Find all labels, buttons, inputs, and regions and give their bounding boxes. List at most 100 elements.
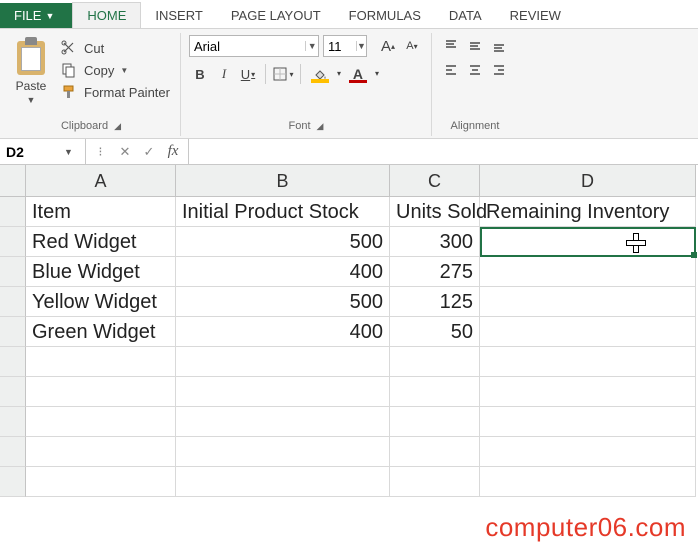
cell[interactable] xyxy=(480,467,696,497)
enter-button[interactable]: ✓ xyxy=(138,141,160,163)
caret-down-icon[interactable]: ▼ xyxy=(356,41,366,51)
cell-b5[interactable]: 400 xyxy=(176,317,390,347)
formula-input[interactable] xyxy=(189,139,698,164)
caret-down-icon[interactable]: ▼ xyxy=(305,41,318,51)
cell[interactable] xyxy=(390,467,480,497)
align-center-button[interactable] xyxy=(464,59,486,81)
row-header-9[interactable] xyxy=(0,437,26,467)
cell-c1[interactable]: Units Sold xyxy=(390,197,480,227)
cell[interactable] xyxy=(480,407,696,437)
fill-color-button[interactable]: ▾ xyxy=(307,63,333,85)
cut-button[interactable]: Cut xyxy=(58,39,172,57)
name-box-input[interactable] xyxy=(0,144,60,160)
row-header-5[interactable] xyxy=(0,317,26,347)
align-right-button[interactable] xyxy=(488,59,510,81)
cell-d1[interactable]: Remaining Inventory xyxy=(480,197,696,227)
tab-page-layout[interactable]: PAGE LAYOUT xyxy=(217,3,335,28)
font-name-input[interactable] xyxy=(190,39,305,54)
cell[interactable] xyxy=(480,437,696,467)
row-header-3[interactable] xyxy=(0,257,26,287)
cell[interactable] xyxy=(390,407,480,437)
fx-button[interactable]: fx xyxy=(162,141,184,163)
cell[interactable] xyxy=(26,377,176,407)
tab-review[interactable]: REVIEW xyxy=(496,3,575,28)
row-header-1[interactable] xyxy=(0,197,26,227)
col-header-d[interactable]: D xyxy=(480,165,696,197)
cell[interactable] xyxy=(480,377,696,407)
borders-button[interactable]: ▾ xyxy=(272,63,294,85)
italic-button[interactable]: I xyxy=(213,63,235,85)
caret-down-icon[interactable]: ▼ xyxy=(60,147,77,157)
row-header-7[interactable] xyxy=(0,377,26,407)
row-header-6[interactable] xyxy=(0,347,26,377)
caret-down-icon: ▼ xyxy=(120,66,128,75)
tab-home[interactable]: HOME xyxy=(72,2,141,28)
cell[interactable] xyxy=(390,347,480,377)
cancel-button[interactable]: ✕ xyxy=(114,141,136,163)
cell-a3[interactable]: Blue Widget xyxy=(26,257,176,287)
cell-b2[interactable]: 500 xyxy=(176,227,390,257)
row-header-2[interactable] xyxy=(0,227,26,257)
format-painter-button[interactable]: Format Painter xyxy=(58,83,172,101)
dialog-launcher-icon[interactable]: ◢ xyxy=(114,121,121,132)
spreadsheet-grid[interactable]: A B C D Item Initial Product Stock Units… xyxy=(0,165,698,497)
tab-insert[interactable]: INSERT xyxy=(141,3,216,28)
font-name-combo[interactable]: ▼ xyxy=(189,35,319,57)
row-header-10[interactable] xyxy=(0,467,26,497)
cell-a2[interactable]: Red Widget xyxy=(26,227,176,257)
shrink-font-button[interactable]: A▾ xyxy=(401,35,423,57)
tab-label: INSERT xyxy=(155,8,202,23)
font-color-button[interactable]: A ▾ xyxy=(345,63,371,85)
tab-formulas[interactable]: FORMULAS xyxy=(335,3,435,28)
cell-b4[interactable]: 500 xyxy=(176,287,390,317)
underline-button[interactable]: U▾ xyxy=(237,63,259,85)
cell[interactable] xyxy=(26,437,176,467)
cell[interactable] xyxy=(26,407,176,437)
cell[interactable] xyxy=(176,467,390,497)
align-middle-button[interactable] xyxy=(464,35,486,57)
align-top-button[interactable] xyxy=(440,35,462,57)
copy-button[interactable]: Copy ▼ xyxy=(58,61,172,79)
more-button[interactable]: ⁝ xyxy=(90,141,112,163)
dialog-launcher-icon[interactable]: ◢ xyxy=(317,121,324,132)
row-header-8[interactable] xyxy=(0,407,26,437)
grow-font-button[interactable]: A▴ xyxy=(377,35,399,57)
x-icon: ✕ xyxy=(120,144,131,160)
font-size-combo[interactable]: ▼ xyxy=(323,35,367,57)
cell-a4[interactable]: Yellow Widget xyxy=(26,287,176,317)
paste-button[interactable]: Paste ▼ xyxy=(10,35,52,118)
cell-d2[interactable] xyxy=(480,227,696,257)
align-left-button[interactable] xyxy=(440,59,462,81)
cell-c5[interactable]: 50 xyxy=(390,317,480,347)
cell-d3[interactable] xyxy=(480,257,696,287)
col-header-c[interactable]: C xyxy=(390,165,480,197)
cell[interactable] xyxy=(176,407,390,437)
cell-b1[interactable]: Initial Product Stock xyxy=(176,197,390,227)
cell[interactable] xyxy=(26,347,176,377)
cell[interactable] xyxy=(26,467,176,497)
tab-file[interactable]: FILE ▼ xyxy=(0,3,72,28)
cell-c3[interactable]: 275 xyxy=(390,257,480,287)
cell[interactable] xyxy=(176,347,390,377)
cell-d5[interactable] xyxy=(480,317,696,347)
tab-data[interactable]: DATA xyxy=(435,3,496,28)
select-all-corner[interactable] xyxy=(0,165,26,197)
cell-a1[interactable]: Item xyxy=(26,197,176,227)
cell[interactable] xyxy=(176,377,390,407)
cell[interactable] xyxy=(390,377,480,407)
cell-c2[interactable]: 300 xyxy=(390,227,480,257)
name-box[interactable]: ▼ xyxy=(0,139,86,164)
cell-d4[interactable] xyxy=(480,287,696,317)
row-header-4[interactable] xyxy=(0,287,26,317)
col-header-a[interactable]: A xyxy=(26,165,176,197)
cell[interactable] xyxy=(176,437,390,467)
cell[interactable] xyxy=(480,347,696,377)
col-header-b[interactable]: B xyxy=(176,165,390,197)
bold-button[interactable]: B xyxy=(189,63,211,85)
align-bottom-button[interactable] xyxy=(488,35,510,57)
cell[interactable] xyxy=(390,437,480,467)
cell-c4[interactable]: 125 xyxy=(390,287,480,317)
cell-a5[interactable]: Green Widget xyxy=(26,317,176,347)
font-size-input[interactable] xyxy=(324,39,356,54)
cell-b3[interactable]: 400 xyxy=(176,257,390,287)
